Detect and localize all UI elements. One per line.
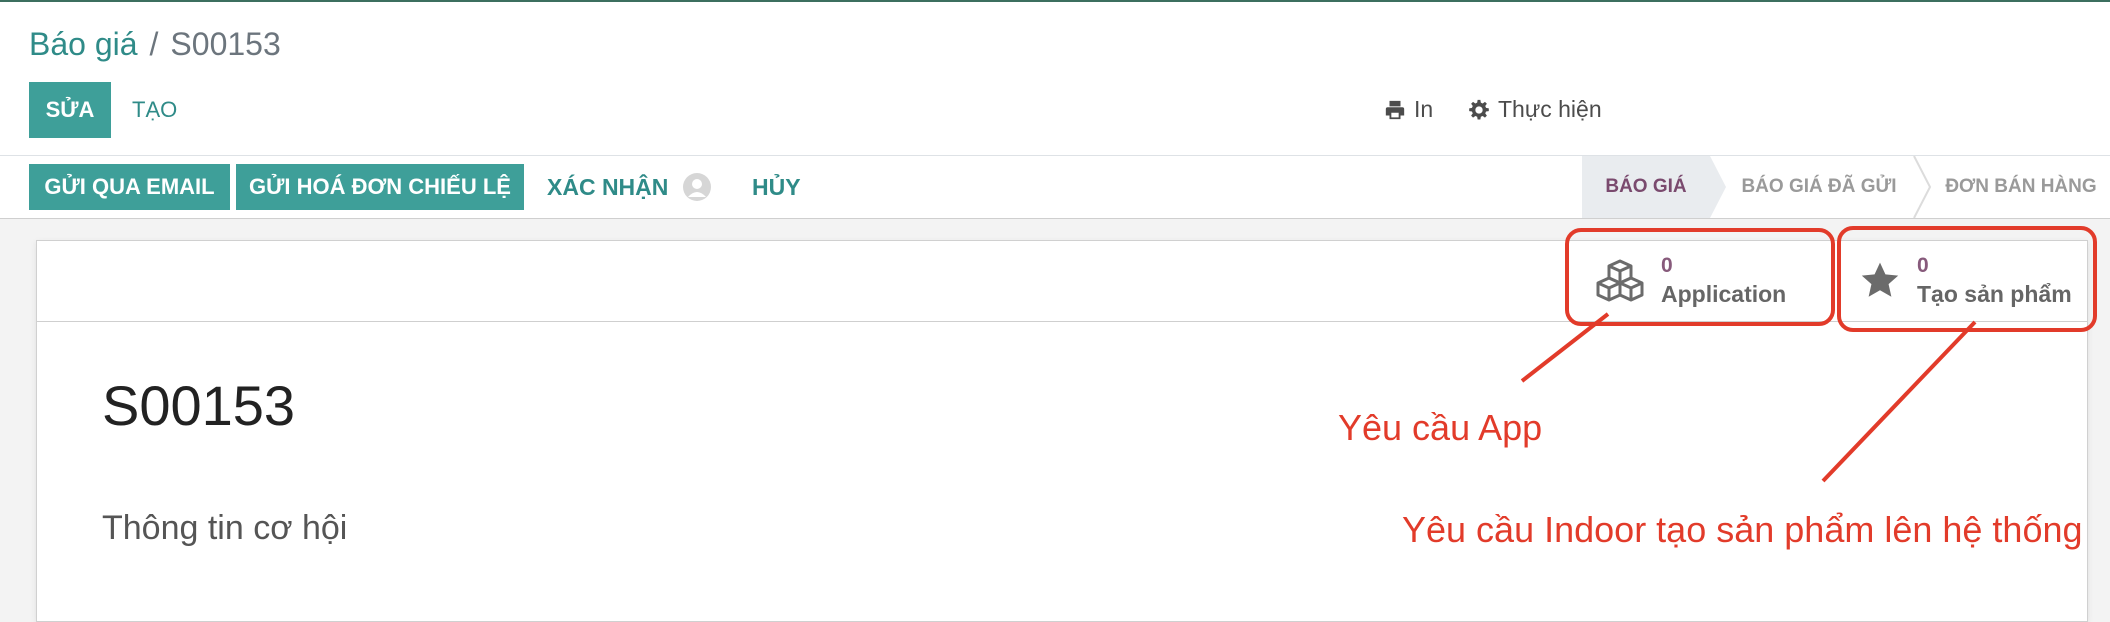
product-annotation-text: Yêu cầu Indoor tạo sản phẩm lên hệ thống [1402, 509, 2083, 550]
app-annotation-text: Yêu cầu App [1338, 407, 1543, 448]
product-callout-line [1821, 320, 1977, 483]
app-callout-line [1520, 312, 1610, 383]
